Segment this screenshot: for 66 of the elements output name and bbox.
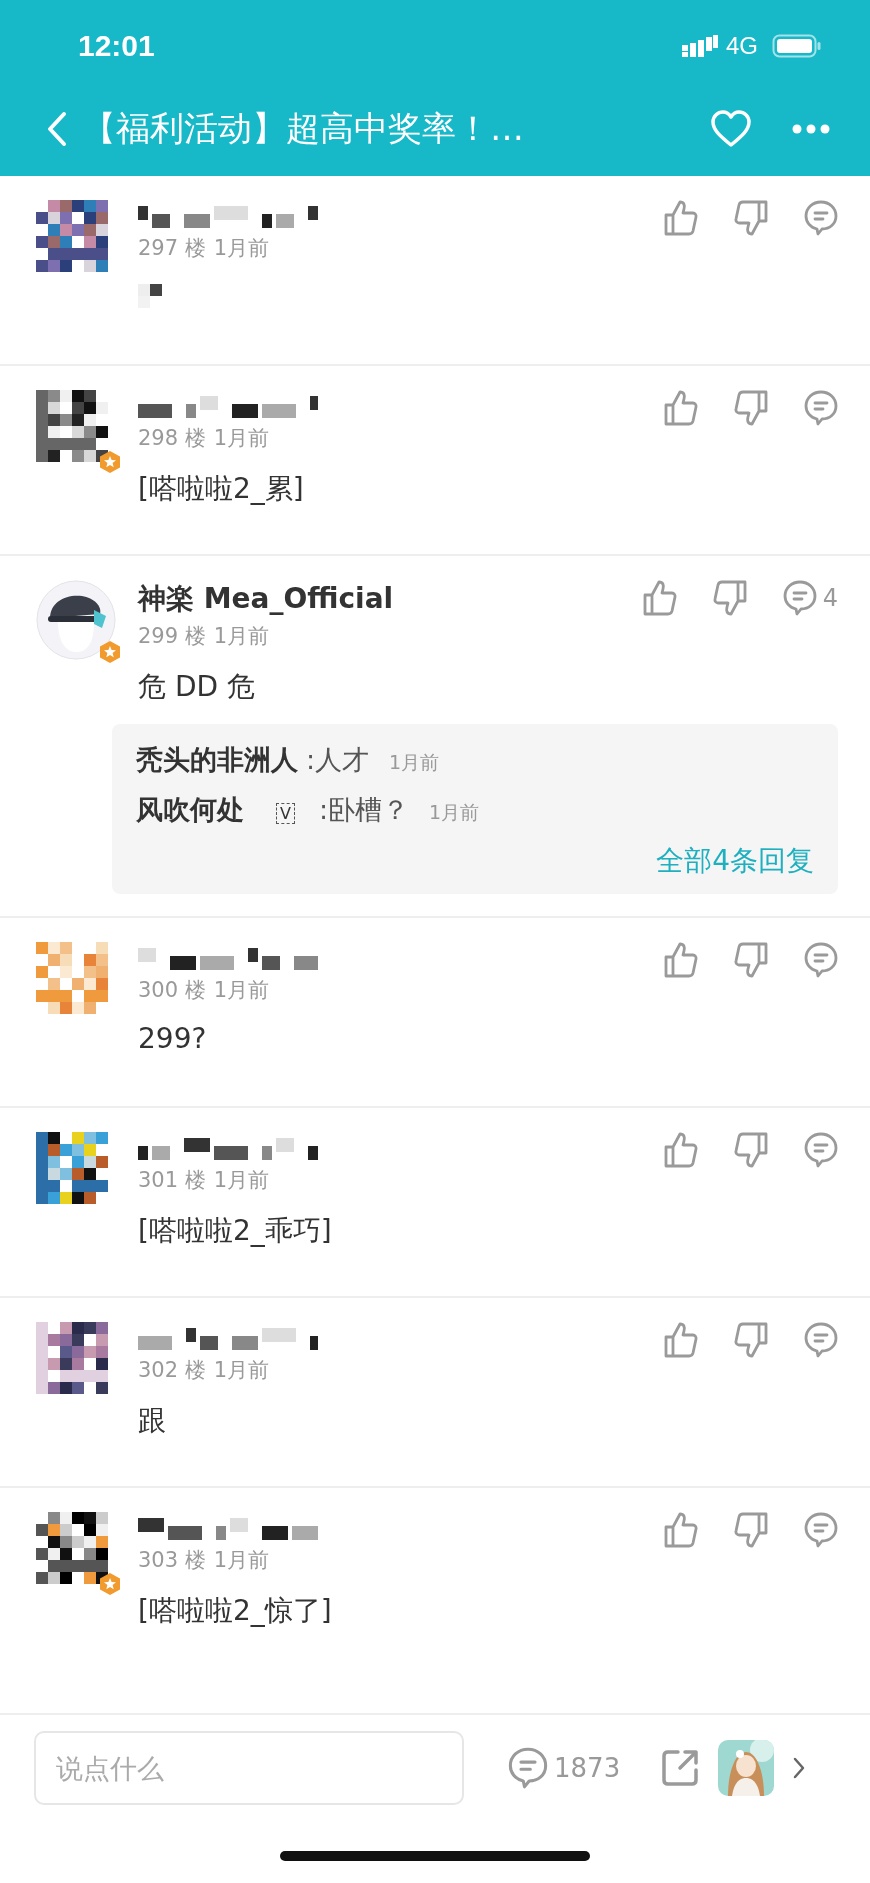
thumbs-up-icon[interactable] — [664, 1512, 698, 1548]
comment-text: [嗒啦啦2_惊了] — [138, 1593, 333, 1629]
comment-text: 跟 — [138, 1403, 167, 1439]
floor-number: 302 楼 — [138, 1357, 206, 1384]
floor-number: 301 楼 — [138, 1167, 206, 1194]
thumbs-down-icon[interactable] — [734, 1322, 768, 1358]
post-time: 1月前 — [213, 1167, 270, 1194]
back-icon[interactable] — [46, 111, 68, 147]
thumbs-up-icon[interactable] — [642, 580, 677, 616]
floor-number: 298 楼 — [138, 425, 206, 452]
comment-icon[interactable] — [508, 1746, 548, 1790]
comment-icon[interactable] — [804, 1512, 838, 1548]
floor-number: 300 楼 — [138, 977, 206, 1004]
thumbs-up-icon[interactable] — [664, 1322, 698, 1358]
comment-text: [嗒啦啦2_乖巧] — [138, 1213, 333, 1249]
comment-text: [嗒啦啦2_累] — [138, 471, 305, 507]
thumbs-down-icon[interactable] — [734, 200, 768, 236]
post-time: 1月前 — [213, 1357, 270, 1384]
thumbs-up-icon[interactable] — [664, 390, 698, 426]
reply-user[interactable]: 风吹何处 — [136, 792, 244, 828]
status-time: 12:01 — [78, 29, 155, 63]
thumbs-down-icon[interactable] — [734, 390, 768, 426]
verified-badge-icon — [98, 1572, 122, 1596]
comment-icon[interactable] — [804, 942, 838, 978]
comment-icon[interactable] — [804, 1322, 838, 1358]
battery-icon — [772, 34, 822, 58]
signal-icon — [682, 35, 718, 57]
post-time: 1月前 — [213, 235, 270, 262]
verified-badge-icon — [98, 640, 122, 664]
user-name[interactable]: 神楽 Mea_Official — [138, 580, 394, 618]
reply-time: 1月前 — [389, 750, 440, 775]
chevron-right-icon[interactable] — [792, 1756, 807, 1780]
reply-text: :人才 — [306, 743, 370, 777]
share-icon[interactable] — [660, 1748, 701, 1788]
post-time: 1月前 — [213, 623, 270, 650]
thumbs-down-icon[interactable] — [712, 580, 747, 616]
verified-badge-icon — [98, 450, 122, 474]
thumbs-up-icon[interactable] — [664, 942, 698, 978]
thumbs-up-icon[interactable] — [664, 200, 698, 236]
post-title: 【福利活动】超高中奖率！… — [82, 107, 525, 150]
post-time: 1月前 — [213, 1547, 270, 1574]
comment-text: 299? — [138, 1022, 208, 1055]
user-badge: V — [276, 803, 295, 824]
reply-count: 4 — [822, 584, 838, 612]
floor-number: 303 楼 — [138, 1547, 206, 1574]
comment-text: 危 DD 危 — [138, 669, 256, 705]
comment-icon[interactable] — [804, 1132, 838, 1168]
comment-icon[interactable] — [782, 580, 817, 616]
comment-icon[interactable] — [804, 390, 838, 426]
comment-icon[interactable] — [804, 200, 838, 236]
more-icon[interactable] — [792, 124, 830, 134]
network-label: 4G — [726, 32, 758, 60]
floor-number: 299 楼 — [138, 623, 206, 650]
thumbs-down-icon[interactable] — [734, 1512, 768, 1548]
comment-input[interactable]: 说点什么 — [34, 1731, 464, 1805]
thumbs-down-icon[interactable] — [734, 1132, 768, 1168]
reply-user[interactable]: 秃头的非洲人 — [136, 742, 298, 778]
thumbs-up-icon[interactable] — [664, 1132, 698, 1168]
thumbs-down-icon[interactable] — [734, 942, 768, 978]
floor-number: 297 楼 — [138, 235, 206, 262]
post-time: 1月前 — [213, 425, 270, 452]
reply-time: 1月前 — [429, 800, 480, 825]
heart-icon[interactable] — [710, 110, 752, 148]
post-time: 1月前 — [213, 977, 270, 1004]
reply-text: :卧槽？ — [318, 793, 410, 827]
comment-count: 1873 — [554, 1753, 621, 1783]
